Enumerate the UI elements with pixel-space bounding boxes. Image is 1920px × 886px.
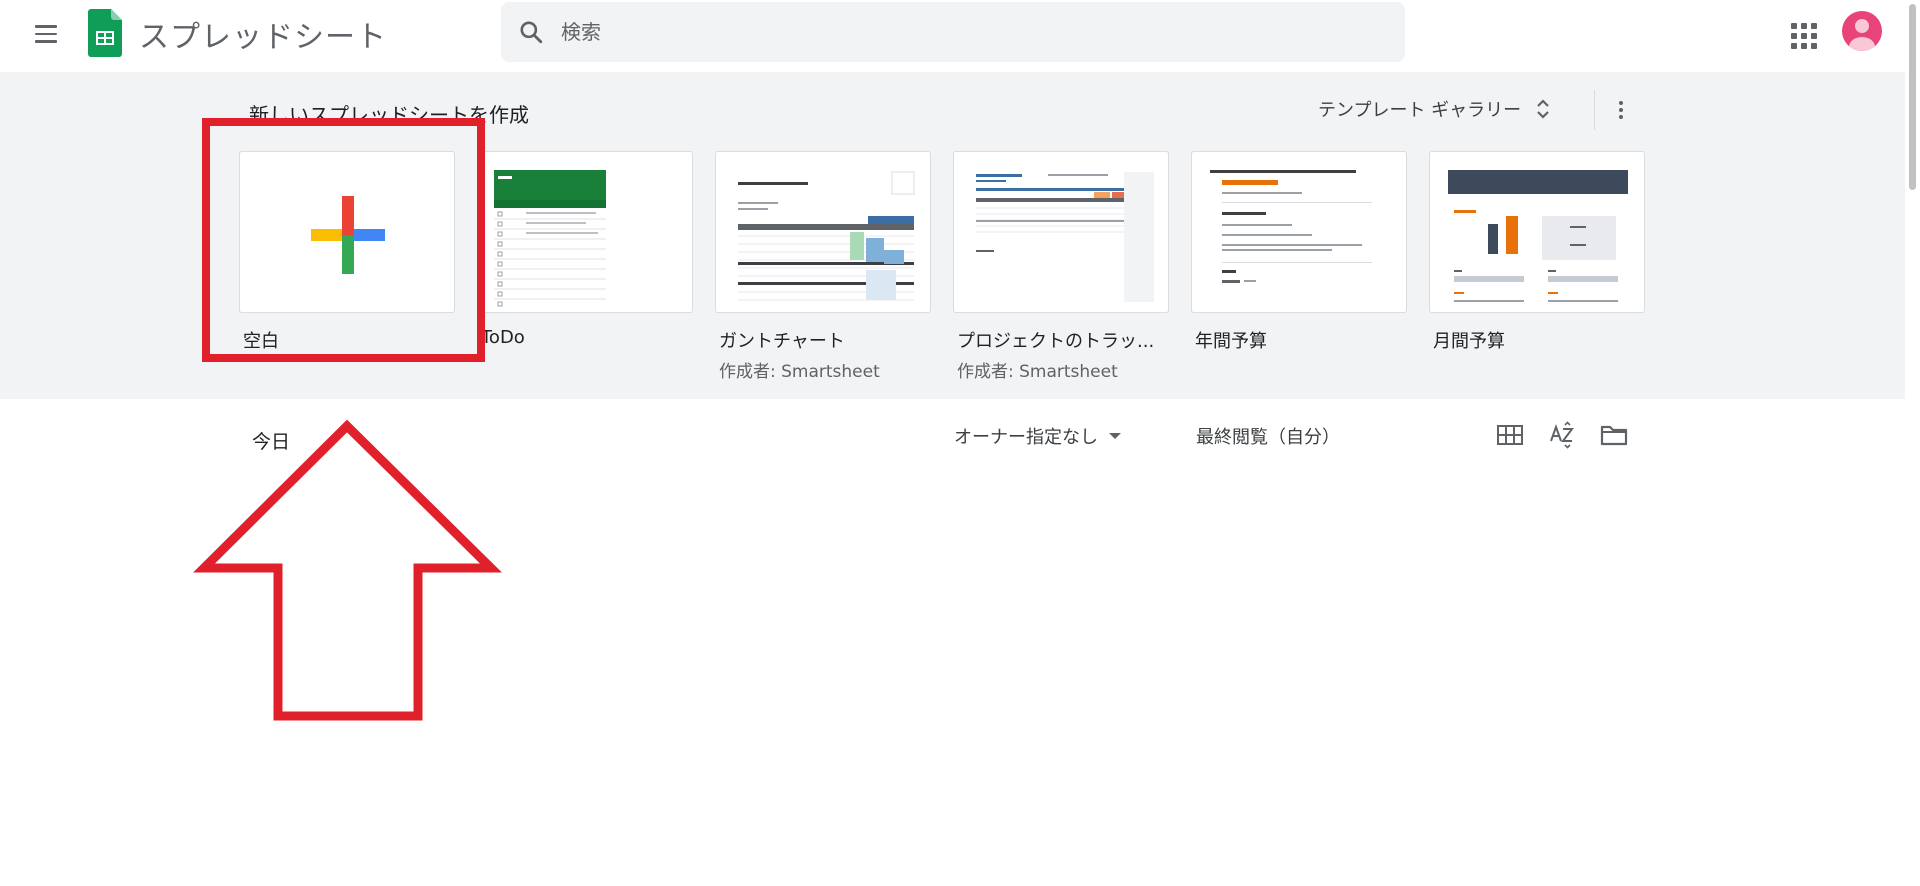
sheets-logo-icon[interactable] [88, 9, 122, 57]
template-thumbnail[interactable] [239, 151, 455, 313]
folder-icon[interactable] [1598, 419, 1630, 451]
app-header: スプレッドシート [0, 0, 1920, 72]
template-thumbnail[interactable] [1191, 151, 1407, 313]
template-monthly-budget[interactable]: 月間予算 [1429, 151, 1645, 353]
template-label: 月間予算 [1433, 331, 1505, 352]
template-author: 作成者: Smartsheet [719, 362, 880, 382]
template-blank[interactable]: 空白 [239, 151, 455, 353]
main-menu-icon[interactable] [26, 14, 66, 54]
sort-az-icon[interactable] [1546, 419, 1578, 451]
template-label: プロジェクトのトラッ... [957, 331, 1155, 352]
template-annual-budget[interactable]: 年間予算 [1191, 151, 1407, 353]
template-section: 新しいスプレッドシートを作成 テンプレート ギャラリー 空白 ToDo ガントチ… [0, 72, 1905, 399]
owner-filter-dropdown[interactable]: オーナー指定なし [954, 423, 1122, 449]
account-avatar[interactable] [1842, 11, 1882, 51]
view-options [1494, 419, 1630, 451]
plus-icon [311, 196, 385, 274]
template-label: ガントチャート [719, 331, 845, 352]
scrollbar-thumb[interactable] [1909, 4, 1916, 190]
app-name[interactable]: スプレッドシート [139, 12, 387, 56]
template-thumbnail[interactable] [715, 151, 931, 313]
template-project-tracker[interactable]: プロジェクトのトラッ... 作成者: Smartsheet [953, 151, 1169, 382]
template-gallery-button[interactable]: テンプレート ギャラリー [1318, 96, 1551, 122]
unfold-icon [1537, 99, 1549, 119]
template-label: 年間予算 [1195, 331, 1267, 352]
section-title: 新しいスプレッドシートを作成 [249, 103, 529, 127]
template-gallery-label: テンプレート ギャラリー [1318, 100, 1522, 121]
template-todo[interactable]: ToDo [477, 151, 693, 348]
page-scrollbar[interactable] [1905, 0, 1920, 886]
template-author: 作成者: Smartsheet [957, 362, 1118, 382]
template-thumbnail[interactable] [477, 151, 693, 313]
search-input[interactable] [561, 20, 1405, 44]
template-thumbnail[interactable] [1429, 151, 1645, 313]
google-apps-icon[interactable] [1786, 17, 1820, 51]
sort-by-last-opened[interactable]: 最終閲覧（自分） [1196, 423, 1340, 449]
search-icon[interactable] [501, 2, 561, 62]
template-label: ToDo [481, 327, 525, 348]
today-heading: 今日 [252, 431, 291, 453]
caret-down-icon [1109, 433, 1121, 439]
search-bar[interactable] [501, 2, 1405, 62]
template-gantt-chart[interactable]: ガントチャート 作成者: Smartsheet [715, 151, 931, 382]
more-options-icon[interactable] [1594, 90, 1634, 130]
owner-filter-label: オーナー指定なし [954, 427, 1098, 448]
template-label: 空白 [243, 331, 279, 352]
template-thumbnail[interactable] [953, 151, 1169, 313]
grid-view-icon[interactable] [1494, 419, 1526, 451]
